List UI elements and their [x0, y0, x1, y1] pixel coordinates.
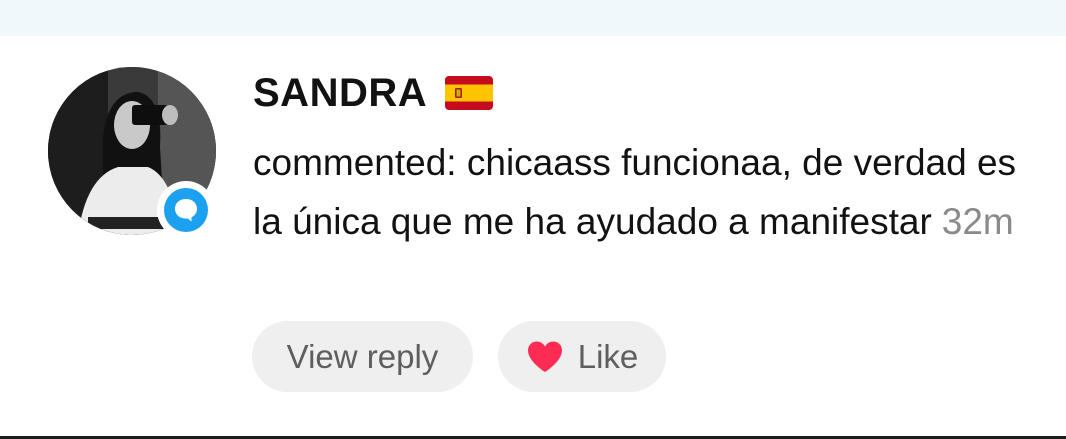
comment-content: SANDRA commented: chicaass funcionaa, de…: [253, 67, 1053, 251]
heart-icon: [527, 341, 562, 372]
avatar-container[interactable]: [48, 67, 216, 239]
view-reply-label: View reply: [286, 337, 439, 375]
spain-flag-icon: [445, 76, 494, 110]
comment-bubble-icon: [175, 199, 197, 222]
comment-badge: [157, 181, 215, 239]
top-band: [0, 0, 1066, 36]
like-button[interactable]: Like: [498, 321, 666, 392]
comment-time: 32m: [941, 201, 1014, 242]
comment-actions: View reply Like: [252, 321, 666, 392]
view-reply-button[interactable]: View reply: [252, 321, 473, 392]
comment-text: commented: chicaass funcionaa, de verdad…: [253, 133, 1053, 251]
comment-body: commented: chicaass funcionaa, de verdad…: [253, 142, 1017, 242]
name-row: SANDRA: [253, 67, 1053, 119]
username[interactable]: SANDRA: [253, 71, 427, 116]
like-label: Like: [577, 337, 639, 375]
